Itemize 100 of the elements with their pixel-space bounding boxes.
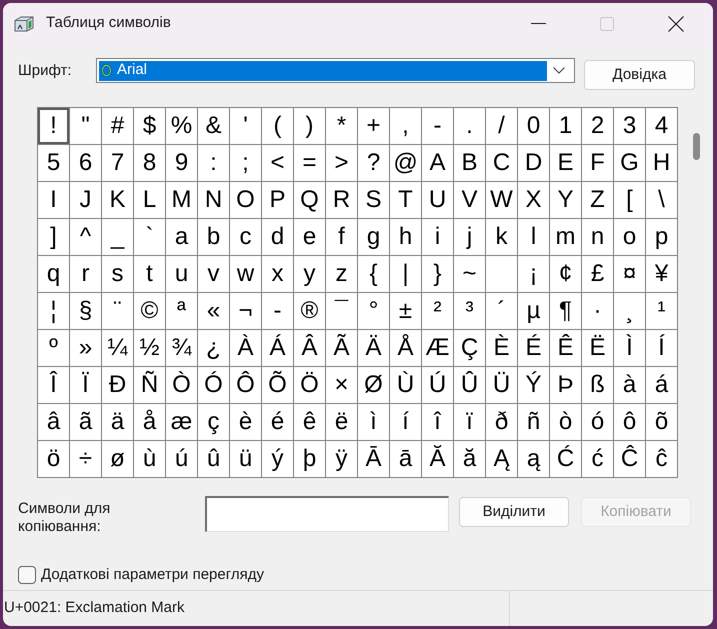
character-cell[interactable]: Ý: [518, 367, 549, 403]
character-cell[interactable]: l: [518, 219, 549, 255]
character-cell[interactable]: ă: [454, 441, 485, 477]
character-cell[interactable]: å: [134, 404, 165, 440]
character-cell[interactable]: â: [38, 404, 69, 440]
character-cell[interactable]: ¢: [550, 256, 581, 292]
character-cell[interactable]: Á: [262, 330, 293, 366]
character-cell[interactable]: ¯: [326, 293, 357, 329]
character-cell[interactable]: Þ: [550, 367, 581, 403]
character-cell[interactable]: y: [294, 256, 325, 292]
character-cell[interactable]: ~: [454, 256, 485, 292]
character-cell[interactable]: Î: [38, 367, 69, 403]
character-cell[interactable]: Ā: [358, 441, 389, 477]
character-cell[interactable]: s: [102, 256, 133, 292]
character-cell[interactable]: ^: [70, 219, 101, 255]
character-cell[interactable]: k: [486, 219, 517, 255]
character-cell[interactable]: 0: [518, 108, 549, 144]
character-cell[interactable]: í: [390, 404, 421, 440]
character-cell[interactable]: -: [422, 108, 453, 144]
character-cell[interactable]: `: [134, 219, 165, 255]
character-cell[interactable]: ê: [294, 404, 325, 440]
character-cell[interactable]: x: [262, 256, 293, 292]
character-cell[interactable]: K: [102, 182, 133, 218]
character-cell[interactable]: ³: [454, 293, 485, 329]
character-cell[interactable]: æ: [166, 404, 197, 440]
character-cell[interactable]: µ: [518, 293, 549, 329]
character-cell[interactable]: -: [262, 293, 293, 329]
character-cell[interactable]: |: [390, 256, 421, 292]
character-cell[interactable]: Ö: [294, 367, 325, 403]
character-cell[interactable]: ä: [102, 404, 133, 440]
character-cell[interactable]: ¹: [646, 293, 677, 329]
character-cell[interactable]: G: [614, 145, 645, 181]
checkbox[interactable]: [18, 566, 36, 584]
character-cell[interactable]: .: [454, 108, 485, 144]
character-cell[interactable]: Õ: [262, 367, 293, 403]
font-dropdown[interactable]: Arial: [96, 58, 575, 83]
character-cell[interactable]: ×: [326, 367, 357, 403]
character-cell[interactable]: ć: [582, 441, 613, 477]
character-cell[interactable]: o: [614, 219, 645, 255]
character-cell[interactable]: ½: [134, 330, 165, 366]
character-cell[interactable]: A: [422, 145, 453, 181]
copy-text-field[interactable]: [205, 496, 449, 532]
character-cell[interactable]: Ò: [166, 367, 197, 403]
character-cell[interactable]: #: [102, 108, 133, 144]
character-cell[interactable]: O: [230, 182, 261, 218]
character-cell[interactable]: Ĉ: [614, 441, 645, 477]
character-cell[interactable]: ç: [198, 404, 229, 440]
character-cell[interactable]: ¦: [38, 293, 69, 329]
character-cell[interactable]: H: [646, 145, 677, 181]
character-cell[interactable]: J: [70, 182, 101, 218]
character-cell[interactable]: g: [358, 219, 389, 255]
character-cell[interactable]: m: [550, 219, 581, 255]
character-cell[interactable]: é: [262, 404, 293, 440]
character-cell[interactable]: e: [294, 219, 325, 255]
character-cell[interactable]: ð: [486, 404, 517, 440]
character-cell[interactable]: Ă: [422, 441, 453, 477]
character-cell[interactable]: W: [486, 182, 517, 218]
character-cell[interactable]: N: [198, 182, 229, 218]
character-cell[interactable]: Ï: [70, 367, 101, 403]
character-cell[interactable]: Ø: [358, 367, 389, 403]
character-cell[interactable]: ): [294, 108, 325, 144]
character-cell[interactable]: :: [198, 145, 229, 181]
character-cell[interactable]: X: [518, 182, 549, 218]
character-cell[interactable]: Ą: [486, 441, 517, 477]
character-cell[interactable]: §: [70, 293, 101, 329]
character-cell[interactable]: ²: [422, 293, 453, 329]
character-cell[interactable]: (: [262, 108, 293, 144]
character-cell[interactable]: ā: [390, 441, 421, 477]
character-cell[interactable]: {: [358, 256, 389, 292]
character-cell[interactable]: Ë: [582, 330, 613, 366]
character-cell[interactable]: Z: [582, 182, 613, 218]
character-cell[interactable]: ª: [166, 293, 197, 329]
character-cell[interactable]: B: [454, 145, 485, 181]
character-cell[interactable]: 5: [38, 145, 69, 181]
character-cell[interactable]: i: [422, 219, 453, 255]
character-cell[interactable]: ¨: [102, 293, 133, 329]
character-cell[interactable]: T: [390, 182, 421, 218]
character-cell[interactable]: Ü: [486, 367, 517, 403]
character-cell[interactable]: Ä: [358, 330, 389, 366]
character-cell[interactable]: Â: [294, 330, 325, 366]
character-cell[interactable]: %: [166, 108, 197, 144]
character-cell[interactable]: î: [422, 404, 453, 440]
character-cell[interactable]: ¤: [614, 256, 645, 292]
character-cell[interactable]: ñ: [518, 404, 549, 440]
character-cell[interactable]: ÿ: [326, 441, 357, 477]
character-cell[interactable]: j: [454, 219, 485, 255]
character-cell[interactable]: ©: [134, 293, 165, 329]
character-cell[interactable]: Í: [646, 330, 677, 366]
character-cell[interactable]: è: [230, 404, 261, 440]
character-cell[interactable]: ö: [38, 441, 69, 477]
character-cell[interactable]: È: [486, 330, 517, 366]
character-cell[interactable]: «: [198, 293, 229, 329]
character-cell[interactable]: d: [262, 219, 293, 255]
character-cell[interactable]: n: [582, 219, 613, 255]
character-cell[interactable]: V: [454, 182, 485, 218]
character-cell[interactable]: ý: [262, 441, 293, 477]
character-cell[interactable]: ;: [230, 145, 261, 181]
character-cell[interactable]: E: [550, 145, 581, 181]
character-cell[interactable]: ë: [326, 404, 357, 440]
character-cell[interactable]: ì: [358, 404, 389, 440]
